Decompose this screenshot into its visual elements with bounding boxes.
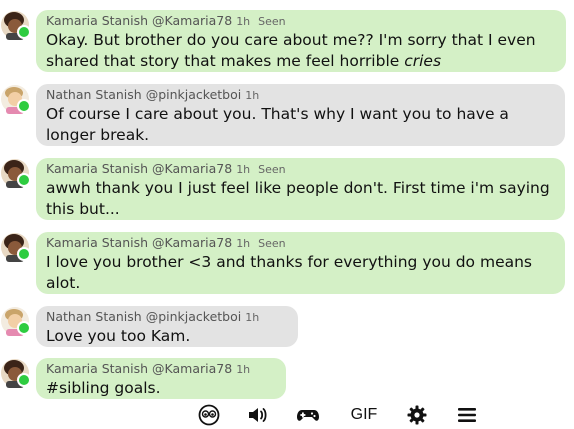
- message-text: Love you too Kam.: [46, 327, 191, 345]
- sender-name[interactable]: Kamaria Stanish: [46, 161, 148, 176]
- message-time: 1h: [236, 363, 251, 376]
- message-time: 1h: [245, 89, 260, 102]
- message-meta: Nathan Stanish @pinkjacketboi 1h: [46, 87, 555, 104]
- sound-button[interactable]: [246, 404, 268, 426]
- online-status-dot: [17, 247, 31, 261]
- sender-handle[interactable]: @Kamaria78: [152, 235, 232, 250]
- emoji-button[interactable]: [198, 404, 220, 426]
- avatar[interactable]: [0, 158, 31, 188]
- sender-handle[interactable]: @Kamaria78: [152, 13, 232, 28]
- online-status-dot: [17, 25, 31, 39]
- message-time: 1h: [236, 237, 251, 250]
- chat-toolbar: GIF: [0, 400, 574, 429]
- seen-indicator: Seen: [258, 237, 286, 250]
- message-text: Of course I care about you. That's why I…: [46, 105, 509, 144]
- avatar[interactable]: [0, 10, 31, 40]
- message-meta: Kamaria Stanish @Kamaria78 1h: [46, 361, 276, 378]
- menu-button[interactable]: [456, 404, 478, 426]
- emphasis-text: cries: [404, 52, 442, 70]
- message-meta: Kamaria Stanish @Kamaria78 1h Seen: [46, 161, 555, 178]
- games-button[interactable]: [296, 404, 320, 426]
- message-bubble: Kamaria Stanish @Kamaria78 1h Seen Okay. …: [36, 10, 566, 72]
- avatar[interactable]: [0, 358, 31, 388]
- message-meta: Nathan Stanish @pinkjacketboi 1h: [46, 309, 288, 326]
- seen-indicator: Seen: [258, 163, 286, 176]
- message-time: 1h: [245, 311, 260, 324]
- message-text: I love you brother <3 and thanks for eve…: [46, 253, 533, 292]
- sender-handle[interactable]: @pinkjacketboi: [146, 87, 242, 102]
- sender-name[interactable]: Kamaria Stanish: [46, 361, 148, 376]
- avatar[interactable]: [0, 306, 31, 336]
- message-time: 1h: [236, 163, 251, 176]
- sender-name[interactable]: Nathan Stanish: [46, 309, 142, 324]
- sender-name[interactable]: Nathan Stanish: [46, 87, 142, 102]
- sender-name[interactable]: Kamaria Stanish: [46, 235, 148, 250]
- sender-name[interactable]: Kamaria Stanish: [46, 13, 148, 28]
- gamepad-icon: [297, 410, 319, 421]
- avatar[interactable]: [0, 232, 31, 262]
- message-bubble: Kamaria Stanish @Kamaria78 1h #sibling go…: [36, 358, 286, 399]
- emoji-icon: [198, 404, 220, 426]
- sound-icon: [249, 408, 267, 422]
- message-bubble: Nathan Stanish @pinkjacketboi 1h Of cours…: [36, 84, 565, 146]
- sender-handle[interactable]: @Kamaria78: [152, 161, 232, 176]
- sender-handle[interactable]: @Kamaria78: [152, 361, 232, 376]
- menu-icon: [458, 408, 476, 422]
- message-time: 1h: [236, 15, 251, 28]
- seen-indicator: Seen: [258, 15, 286, 28]
- online-status-dot: [17, 99, 31, 113]
- message-bubble: Kamaria Stanish @Kamaria78 1h Seen awwh t…: [36, 158, 565, 220]
- online-status-dot: [17, 173, 31, 187]
- message-text: #sibling goals.: [46, 379, 161, 397]
- sender-handle[interactable]: @pinkjacketboi: [146, 309, 242, 324]
- message-meta: Kamaria Stanish @Kamaria78 1h Seen: [46, 13, 556, 30]
- message-text: Okay. But brother do you care about me??…: [46, 31, 536, 70]
- online-status-dot: [17, 321, 31, 335]
- avatar[interactable]: [0, 84, 31, 114]
- settings-button[interactable]: [406, 404, 428, 426]
- online-status-dot: [17, 373, 31, 387]
- gif-button[interactable]: GIF: [348, 404, 380, 426]
- message-feed[interactable]: Kamaria Stanish @Kamaria78 1h Seen Okay. …: [0, 0, 574, 400]
- message-text: awwh thank you I just feel like people d…: [46, 179, 550, 218]
- message-bubble: Nathan Stanish @pinkjacketboi 1h Love you…: [36, 306, 298, 347]
- message-bubble: Kamaria Stanish @Kamaria78 1h Seen I love…: [36, 232, 565, 294]
- message-meta: Kamaria Stanish @Kamaria78 1h Seen: [46, 235, 555, 252]
- gear-icon: [407, 405, 427, 425]
